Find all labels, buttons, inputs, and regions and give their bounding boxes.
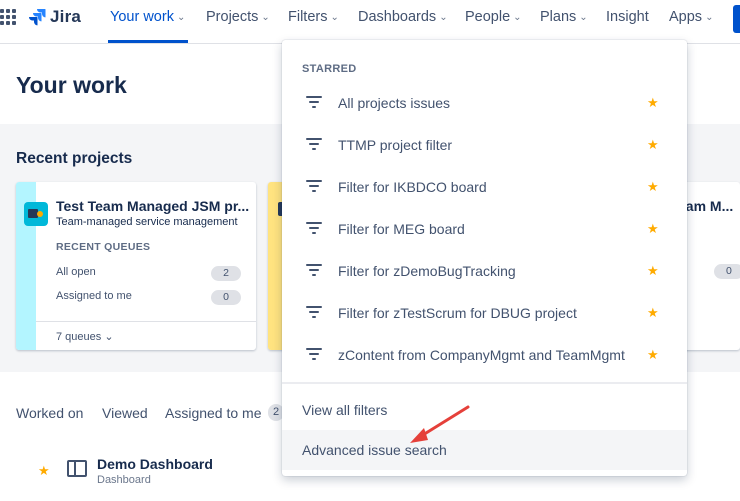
- chevron-down-icon: ⌄: [513, 12, 522, 23]
- jira-logo-icon: [29, 9, 46, 26]
- tab-worked-on[interactable]: Worked on: [16, 405, 83, 421]
- logo-text: Jira: [50, 7, 82, 26]
- nav-your-work-label: Your work: [110, 9, 174, 25]
- project-card-title[interactable]: Test Team Managed JSM pr...: [56, 198, 249, 214]
- dashboard-icon: [67, 460, 87, 477]
- starred-filter-item[interactable]: zContent from CompanyMgmt and TeamMgmt ★: [282, 334, 687, 376]
- filter-icon: [306, 348, 322, 360]
- nav-apps-label: Apps: [669, 9, 703, 25]
- recent-queues-heading: RECENT QUEUES: [56, 241, 151, 253]
- chevron-down-icon: ⌄: [176, 12, 186, 23]
- nav-insight[interactable]: Insight: [606, 8, 649, 26]
- nav-filters-label: Filters: [288, 9, 328, 25]
- star-icon[interactable]: ★: [647, 95, 659, 111]
- star-icon[interactable]: ★: [647, 137, 659, 153]
- chevron-down-icon: ⌄: [439, 12, 448, 23]
- view-all-filters-label: View all filters: [302, 402, 388, 418]
- queue-link-assigned-to-me[interactable]: Assigned to me 0: [56, 290, 241, 306]
- filter-label: TTMP project filter: [338, 137, 453, 153]
- create-button[interactable]: [733, 5, 740, 33]
- nav-plans[interactable]: Plans ⌄: [540, 8, 588, 26]
- active-nav-indicator: [108, 40, 188, 43]
- queue-count-badge: 0: [714, 264, 740, 279]
- filter-label: Filter for zTestScrum for DBUG project: [338, 305, 577, 321]
- starred-filter-item[interactable]: Filter for zTestScrum for DBUG project ★: [282, 292, 687, 334]
- chevron-down-icon: ⌄: [705, 12, 714, 23]
- queue-link-all-open[interactable]: All open 2: [56, 266, 241, 282]
- filter-label: Filter for IKBDCO board: [338, 179, 487, 195]
- queue-count-badge: 0: [211, 290, 241, 305]
- starred-filter-item[interactable]: Filter for IKBDCO board ★: [282, 166, 687, 208]
- filters-dropdown-menu: STARRED All projects issues ★ TTMP proje…: [282, 40, 687, 476]
- page-title: Your work: [16, 72, 127, 98]
- project-card-type: Team-managed service management: [56, 216, 238, 228]
- filter-label: Filter for zDemoBugTracking: [338, 263, 516, 279]
- jira-logo[interactable]: Jira: [28, 6, 81, 28]
- app-switcher-icon[interactable]: [0, 9, 16, 25]
- nav-apps[interactable]: Apps ⌄: [669, 8, 713, 26]
- top-navigation: Jira Your work ⌄ Projects ⌄ Filters ⌄ Dashb…: [0, 0, 740, 44]
- filter-icon: [306, 264, 322, 276]
- star-icon[interactable]: ★: [647, 221, 659, 237]
- nav-insight-label: Insight: [606, 9, 649, 25]
- filter-icon: [306, 96, 322, 108]
- view-all-filters-link[interactable]: View all filters: [282, 390, 687, 430]
- recent-item-type: Dashboard: [97, 474, 151, 486]
- nav-dashboards-label: Dashboards: [358, 9, 437, 25]
- filter-icon: [306, 306, 322, 318]
- chevron-down-icon: ⌄: [579, 12, 588, 23]
- queues-dropdown[interactable]: 7 queues ⌄: [56, 330, 114, 343]
- tab-assigned-to-me[interactable]: Assigned to me: [165, 405, 262, 421]
- starred-heading: STARRED: [302, 63, 357, 75]
- menu-divider: [282, 382, 687, 384]
- star-icon[interactable]: ★: [647, 263, 659, 279]
- chevron-down-icon: ⌄: [261, 12, 270, 23]
- star-icon[interactable]: ★: [38, 463, 50, 479]
- nav-people[interactable]: People ⌄: [465, 8, 522, 26]
- nav-projects-label: Projects: [206, 9, 259, 25]
- advanced-issue-search-label: Advanced issue search: [302, 442, 447, 458]
- starred-filter-item[interactable]: Filter for MEG board ★: [282, 208, 687, 250]
- nav-your-work[interactable]: Your work ⌄: [110, 8, 185, 26]
- recent-projects-title: Recent projects: [16, 150, 133, 167]
- nav-projects[interactable]: Projects ⌄: [206, 8, 270, 26]
- card-footer: 7 queues ⌄: [36, 321, 256, 350]
- recent-item-title[interactable]: Demo Dashboard: [97, 456, 213, 472]
- filter-label: zContent from CompanyMgmt and TeamMgmt: [338, 347, 625, 363]
- filter-icon: [306, 180, 322, 192]
- filter-label: All projects issues: [338, 95, 451, 111]
- star-icon[interactable]: ★: [647, 347, 659, 363]
- starred-filter-item[interactable]: TTMP project filter ★: [282, 124, 687, 166]
- advanced-issue-search-link[interactable]: Advanced issue search: [282, 430, 687, 470]
- project-card[interactable]: Test Team Managed JSM pr... Team-managed…: [16, 182, 256, 350]
- star-icon[interactable]: ★: [647, 305, 659, 321]
- tab-viewed[interactable]: Viewed: [102, 405, 148, 421]
- filter-icon: [306, 138, 322, 150]
- starred-filter-item[interactable]: Filter for zDemoBugTracking ★: [282, 250, 687, 292]
- chevron-down-icon: ⌄: [330, 12, 339, 23]
- project-avatar-icon: [24, 202, 48, 226]
- nav-people-label: People: [465, 9, 511, 25]
- starred-filter-item[interactable]: All projects issues ★: [282, 82, 687, 124]
- queue-label: Assigned to me: [56, 290, 132, 302]
- nav-filters[interactable]: Filters ⌄: [288, 8, 339, 26]
- nav-dashboards[interactable]: Dashboards ⌄: [358, 8, 448, 26]
- star-icon[interactable]: ★: [647, 179, 659, 195]
- filter-label: Filter for MEG board: [338, 221, 465, 237]
- queue-count-badge: 2: [211, 266, 241, 281]
- queue-label: All open: [56, 266, 96, 278]
- filter-icon: [306, 222, 322, 234]
- nav-plans-label: Plans: [540, 9, 577, 25]
